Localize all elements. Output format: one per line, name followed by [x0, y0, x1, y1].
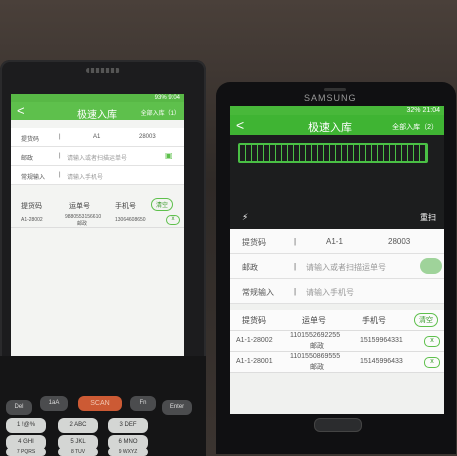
pickup-code-prefix: A1-1	[326, 237, 343, 246]
rescan-button[interactable]: 重扫	[420, 212, 436, 223]
all-inbound-button[interactable]: 全部入库（2）	[392, 122, 438, 132]
key-del[interactable]: Del	[6, 400, 32, 415]
phone-input[interactable]: 请输入手机号	[306, 287, 354, 298]
input-mode-label: 常规输入	[21, 175, 46, 181]
input-mode-label: 常规输入	[242, 288, 274, 297]
phone-row[interactable]: 常规输入 | 请输入手机号	[11, 166, 184, 185]
barcode-scan-frame	[238, 143, 428, 163]
separator: |	[294, 237, 297, 246]
speaker-grill	[86, 68, 120, 73]
key-9[interactable]: 9 WXYZ	[108, 448, 148, 456]
row-carrier: 邮政	[310, 364, 324, 371]
status-bar: 32% 21:04	[230, 106, 444, 115]
samsung-phone: SAMSUNG 32% 21:04 < 极速入库 全部入库（2） ⚡ 重扫 提货…	[216, 82, 456, 454]
table-header: 提货码 运单号 手机号 清空	[230, 310, 444, 331]
waybill-input[interactable]: 请输入或者扫描运单号	[306, 262, 386, 273]
col-phone: 手机号	[362, 316, 386, 325]
pickup-code-number: 28003	[388, 237, 411, 246]
separator: |	[59, 153, 61, 159]
key-2[interactable]: 2 ABC	[58, 418, 98, 433]
row-phone: 15159964331	[360, 337, 403, 344]
col-pickup-code: 提货码	[242, 316, 266, 325]
separator: |	[294, 262, 297, 271]
table-header: 提货码 运单号 手机号 清空	[11, 197, 184, 213]
separator: |	[294, 287, 297, 296]
brand-logo: SAMSUNG	[304, 93, 357, 103]
waybill-row[interactable]: 邮政 | 请输入或者扫描运单号 ▣	[11, 147, 184, 166]
earpiece	[324, 88, 346, 91]
separator: |	[59, 172, 61, 178]
separator: |	[59, 134, 61, 140]
handheld-scanner-device: 93% 9:04 < 极速入库 全部入库（1） 提货码 | A1 28003 邮…	[0, 60, 206, 456]
carrier-label: 邮政	[242, 263, 258, 272]
col-waybill: 运单号	[302, 316, 326, 325]
row-waybill: 1101550869555	[290, 353, 341, 360]
col-pickup-code: 提货码	[21, 203, 42, 210]
pickup-code-row[interactable]: 提货码 | A1-1 28003	[230, 229, 444, 254]
field-label: 提货码	[242, 238, 266, 247]
col-phone: 手机号	[115, 203, 136, 210]
app-header: < 极速入库 全部入库（1）	[11, 102, 184, 121]
delete-row-button[interactable]: x	[424, 357, 440, 368]
table-row: A1-1-28002 1101552692255 邮政 15159964331 …	[230, 331, 444, 352]
key-enter[interactable]: Enter	[162, 400, 192, 415]
key-7[interactable]: 7 PQRS	[6, 448, 46, 456]
page-title: 极速入库	[77, 110, 117, 121]
scan-toggle-icon[interactable]	[420, 258, 442, 274]
table-row: A1-28002 9880553156610 邮政 13064608650 x	[11, 213, 184, 228]
waybill-row[interactable]: 邮政 | 请输入或者扫描运单号	[230, 254, 444, 279]
key-3[interactable]: 3 DEF	[108, 418, 148, 433]
key-scan[interactable]: SCAN	[78, 396, 122, 411]
key-8[interactable]: 8 TUV	[58, 448, 98, 456]
delete-row-button[interactable]: x	[166, 215, 180, 225]
row-pickup-code: A1-1-28002	[236, 337, 273, 344]
clear-button[interactable]: 清空	[151, 198, 174, 211]
pickup-code-row[interactable]: 提货码 | A1 28003	[11, 128, 184, 147]
clear-button[interactable]: 清空	[414, 313, 438, 327]
all-inbound-button[interactable]: 全部入库（1）	[141, 108, 180, 117]
key-1[interactable]: 1 !@%	[6, 418, 46, 433]
phone-row[interactable]: 常规输入 | 请输入手机号	[230, 279, 444, 304]
scanner-screen: 93% 9:04 < 极速入库 全部入库（1） 提货码 | A1 28003 邮…	[11, 94, 184, 356]
waybill-input[interactable]: 请输入或者扫描运单号	[67, 153, 127, 162]
table-row: A1-1-28001 1101550869555 邮政 15145996433 …	[230, 352, 444, 373]
field-label: 提货码	[21, 137, 40, 143]
home-button[interactable]	[314, 418, 362, 432]
key-fn[interactable]: Fn	[130, 396, 156, 411]
flash-icon[interactable]: ⚡	[242, 212, 248, 223]
app-header: < 极速入库 全部入库（2）	[230, 115, 444, 135]
row-carrier: 邮政	[310, 343, 324, 350]
pickup-code-prefix: A1	[93, 134, 101, 140]
carrier-label: 邮政	[21, 156, 34, 162]
status-bar: 93% 9:04	[11, 94, 184, 102]
delete-row-button[interactable]: x	[424, 336, 440, 347]
keypad: Del 1aA SCAN Fn Enter 1 !@% 2 ABC 3 DEF …	[0, 356, 206, 456]
back-icon[interactable]: <	[236, 117, 244, 133]
row-phone: 15145996433	[360, 358, 403, 365]
pickup-code-number: 28003	[139, 134, 156, 140]
row-carrier: 邮政	[77, 221, 88, 227]
row-waybill: 1101552692255	[290, 332, 341, 339]
back-icon[interactable]: <	[17, 104, 25, 118]
col-waybill: 运单号	[69, 203, 90, 210]
phone-screen: 32% 21:04 < 极速入库 全部入库（2） ⚡ 重扫 提货码 | A1-1…	[230, 106, 444, 414]
row-pickup-code: A1-28002	[21, 217, 43, 223]
row-pickup-code: A1-1-28001	[236, 358, 273, 365]
key-1aa[interactable]: 1aA	[40, 396, 68, 411]
page-title: 极速入库	[308, 122, 352, 134]
row-phone: 13064608650	[115, 217, 146, 223]
phone-input[interactable]: 请输入手机号	[67, 172, 103, 181]
scan-icon[interactable]: ▣	[165, 151, 173, 160]
camera-viewfinder: ⚡ 重扫	[230, 135, 444, 229]
